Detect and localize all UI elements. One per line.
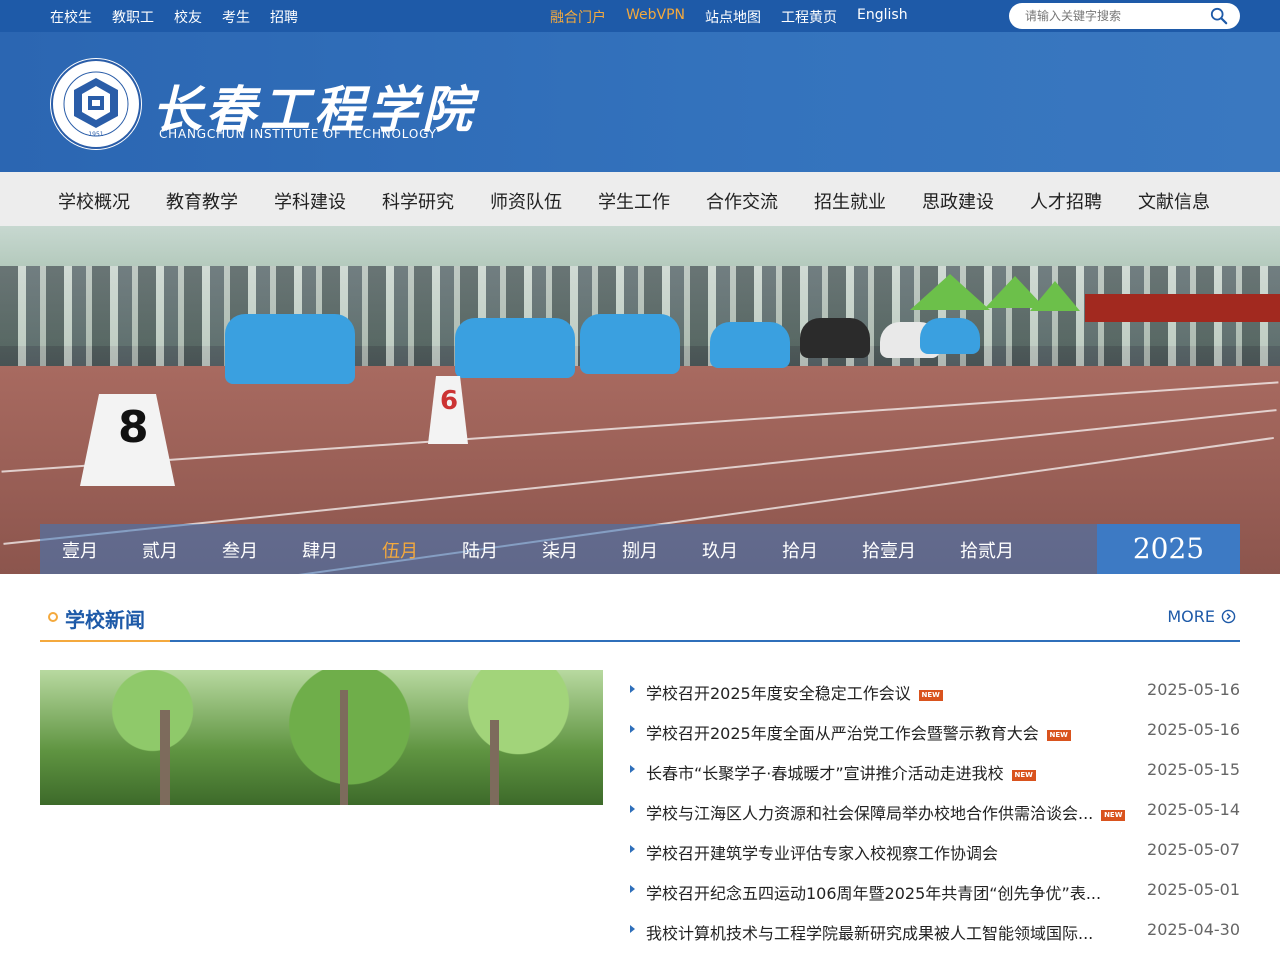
top-link-1[interactable]: 教职工: [112, 7, 154, 27]
month-tab-8[interactable]: 捌月: [600, 537, 680, 563]
chevron-right-circle-icon: [1221, 609, 1236, 624]
month-tab-2[interactable]: 贰月: [120, 537, 200, 563]
nav-item-0[interactable]: 学校概况: [40, 188, 148, 214]
top-portal-link-3[interactable]: 工程黄页: [781, 7, 837, 27]
top-left-links: 在校生 教职工 校友 考生 招聘: [50, 7, 318, 27]
news-title-text: 长春市“长聚学子·春城暖才”宣讲推介活动走进我校: [646, 764, 1004, 783]
svg-text:1951: 1951: [88, 131, 103, 138]
news-item[interactable]: 学校召开2025年度全面从严治党工作会暨警示教育大会 NEW 2025-05-16: [628, 710, 1240, 750]
top-link-0[interactable]: 在校生: [50, 7, 92, 27]
bullet-arrow-icon: [630, 765, 635, 773]
news-item[interactable]: 长春市“长聚学子·春城暖才”宣讲推介活动走进我校 NEW 2025-05-15: [628, 750, 1240, 790]
news-title-link[interactable]: 学校召开2025年度全面从严治党工作会暨警示教育大会 NEW: [646, 720, 1071, 744]
bullet-arrow-icon: [630, 725, 635, 733]
school-name-english: CHANGCHUN INSTITUTE OF TECHNOLOGY: [159, 127, 437, 141]
new-badge: NEW: [918, 690, 943, 701]
news-date: 2025-04-30: [1147, 920, 1240, 939]
news-title-text: 学校召开纪念五四运动106周年暨2025年共青团“创先争优”表...: [646, 884, 1102, 903]
more-link[interactable]: MORE: [1167, 607, 1236, 626]
new-badge: NEW: [1011, 770, 1036, 781]
news-section-title: 学校新闻: [65, 608, 145, 632]
month-tab-9[interactable]: 玖月: [680, 537, 760, 563]
top-bar: 在校生 教职工 校友 考生 招聘 融合门户 WebVPN 站点地图 工程黄页 English: [0, 0, 1280, 32]
nav-item-7[interactable]: 招生就业: [796, 188, 904, 214]
nav-item-4[interactable]: 师资队伍: [472, 188, 580, 214]
news-date: 2025-05-15: [1147, 760, 1240, 779]
search-icon[interactable]: [1210, 7, 1228, 25]
nav-item-2[interactable]: 学科建设: [256, 188, 364, 214]
news-title-link[interactable]: 学校与江海区人力资源和社会保障局举办校地合作供需洽谈会... NEW: [646, 800, 1126, 824]
top-portal-link-4[interactable]: English: [857, 7, 908, 27]
news-item[interactable]: 学校召开2025年度安全稳定工作会议 NEW 2025-05-16: [628, 670, 1240, 710]
news-title-link[interactable]: 我校计算机技术与工程学院最新研究成果被人工智能领域国际...: [646, 920, 1093, 944]
news-item[interactable]: 我校计算机技术与工程学院最新研究成果被人工智能领域国际... 2025-04-30: [628, 910, 1240, 950]
news-title-text: 学校召开2025年度安全稳定工作会议: [646, 684, 911, 703]
nav-item-10[interactable]: 文献信息: [1120, 188, 1228, 214]
top-portal-link-0[interactable]: 融合门户: [550, 7, 606, 27]
top-link-3[interactable]: 考生: [222, 7, 250, 27]
bullet-arrow-icon: [630, 885, 635, 893]
logo-emblem-icon: 1951: [51, 59, 141, 149]
month-tab-7[interactable]: 柒月: [520, 537, 600, 563]
month-tab-11[interactable]: 拾壹月: [840, 537, 938, 563]
top-portal-link-2[interactable]: 站点地图: [705, 7, 761, 27]
new-badge: NEW: [1101, 810, 1126, 821]
news-item[interactable]: 学校与江海区人力资源和社会保障局举办校地合作供需洽谈会... NEW 2025-05…: [628, 790, 1240, 830]
hero-banner: 8 6: [0, 226, 1280, 574]
news-title-link[interactable]: 长春市“长聚学子·春城暖才”宣讲推介活动走进我校 NEW: [646, 760, 1036, 784]
nav-item-9[interactable]: 人才招聘: [1012, 188, 1120, 214]
bullet-arrow-icon: [630, 925, 635, 933]
news-list: 学校召开2025年度安全稳定工作会议 NEW 2025-05-16 学校召开2025年…: [628, 670, 1240, 950]
top-portal-link-1[interactable]: WebVPN: [626, 7, 685, 27]
bullet-arrow-icon: [630, 845, 635, 853]
more-label: MORE: [1167, 607, 1215, 626]
nav-item-3[interactable]: 科学研究: [364, 188, 472, 214]
search-box: [1009, 3, 1240, 29]
news-date: 2025-05-16: [1147, 680, 1240, 699]
top-mid-links: 融合门户 WebVPN 站点地图 工程黄页 English: [550, 7, 928, 27]
site-header: 1951 长春工程学院 CHANGCHUN INSTITUTE OF TECHN…: [0, 32, 1280, 172]
news-featured-image[interactable]: [40, 670, 603, 805]
news-title-link[interactable]: 学校召开建筑学专业评估专家入校视察工作协调会: [646, 840, 998, 864]
month-tab-1[interactable]: 壹月: [40, 537, 120, 563]
news-title-text: 我校计算机技术与工程学院最新研究成果被人工智能领域国际...: [646, 924, 1094, 943]
month-tab-3[interactable]: 叁月: [200, 537, 280, 563]
section-dot-icon: [48, 612, 58, 622]
search-input[interactable]: [1025, 7, 1205, 25]
news-item[interactable]: 学校召开建筑学专业评估专家入校视察工作协调会 2025-05-07: [628, 830, 1240, 870]
month-selector: 壹月 贰月 叁月 肆月 伍月 陆月 柒月 捌月 玖月 拾月 拾壹月 拾贰月 2025: [40, 524, 1240, 574]
month-tab-12[interactable]: 拾贰月: [938, 537, 1036, 563]
news-title-link[interactable]: 学校召开2025年度安全稳定工作会议 NEW: [646, 680, 943, 704]
top-link-2[interactable]: 校友: [174, 7, 202, 27]
news-title-text: 学校召开2025年度全面从严治党工作会暨警示教育大会: [646, 724, 1039, 743]
news-section-header: 学校新闻 MORE: [40, 596, 1240, 642]
new-badge: NEW: [1046, 730, 1071, 741]
bullet-arrow-icon: [630, 805, 635, 813]
nav-item-8[interactable]: 思政建设: [904, 188, 1012, 214]
month-tab-6[interactable]: 陆月: [440, 537, 520, 563]
news-date: 2025-05-01: [1147, 880, 1240, 899]
nav-item-5[interactable]: 学生工作: [580, 188, 688, 214]
news-title-text: 学校召开建筑学专业评估专家入校视察工作协调会: [646, 844, 999, 863]
year-label[interactable]: 2025: [1097, 524, 1240, 574]
school-logo[interactable]: 1951: [50, 58, 142, 150]
nav-item-1[interactable]: 教育教学: [148, 188, 256, 214]
bullet-arrow-icon: [630, 685, 635, 693]
nav-item-6[interactable]: 合作交流: [688, 188, 796, 214]
month-tab-5[interactable]: 伍月: [360, 537, 440, 563]
month-tab-4[interactable]: 肆月: [280, 537, 360, 563]
news-title-link[interactable]: 学校召开纪念五四运动106周年暨2025年共青团“创先争优”表...: [646, 880, 1101, 904]
news-date: 2025-05-16: [1147, 720, 1240, 739]
news-title-text: 学校与江海区人力资源和社会保障局举办校地合作供需洽谈会...: [646, 804, 1094, 823]
top-link-4[interactable]: 招聘: [270, 7, 298, 27]
news-date: 2025-05-14: [1147, 800, 1240, 819]
main-nav: 学校概况 教育教学 学科建设 科学研究 师资队伍 学生工作 合作交流 招生就业 思政建设 人才招聘…: [0, 172, 1280, 226]
month-tab-10[interactable]: 拾月: [760, 537, 840, 563]
news-date: 2025-05-07: [1147, 840, 1240, 859]
news-item[interactable]: 学校召开纪念五四运动106周年暨2025年共青团“创先争优”表... 2025-0…: [628, 870, 1240, 910]
